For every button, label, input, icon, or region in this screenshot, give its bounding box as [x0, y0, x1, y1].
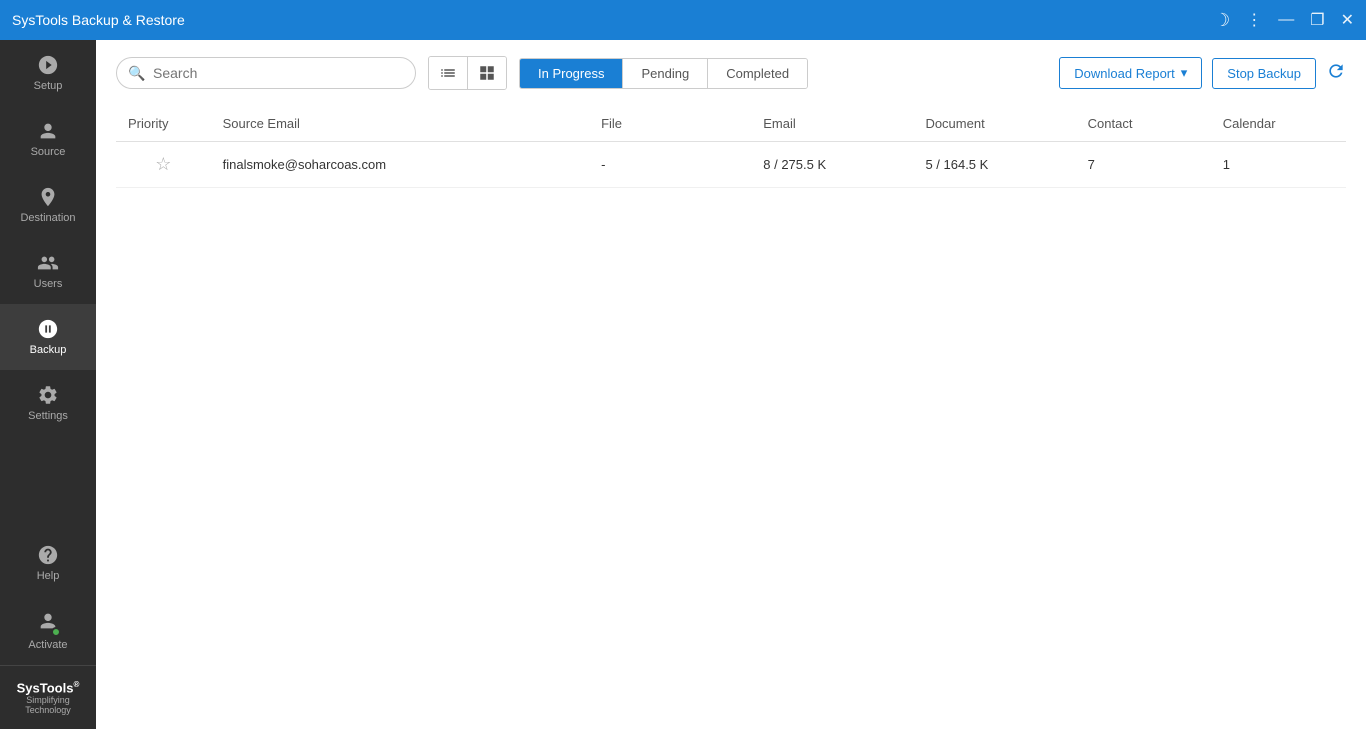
app-title: SysTools Backup & Restore: [12, 12, 1214, 28]
theme-icon[interactable]: ☽: [1214, 10, 1230, 31]
refresh-icon: [1326, 61, 1346, 81]
col-header-source-email: Source Email: [211, 106, 589, 142]
col-header-priority: Priority: [116, 106, 211, 142]
data-table: Priority Source Email File Email Documen…: [116, 106, 1346, 188]
download-report-button[interactable]: Download Report ▾: [1059, 57, 1202, 89]
view-toggles: [428, 56, 507, 90]
list-view-icon: [439, 64, 457, 82]
help-icon: [37, 544, 59, 566]
users-icon: [37, 252, 59, 274]
col-header-contact: Contact: [1076, 106, 1211, 142]
col-header-file: File: [589, 106, 751, 142]
list-view-button[interactable]: [429, 57, 467, 89]
stop-backup-button[interactable]: Stop Backup: [1212, 58, 1316, 89]
grid-view-button[interactable]: [467, 57, 506, 89]
tab-in-progress[interactable]: In Progress: [520, 59, 622, 88]
col-header-email: Email: [751, 106, 913, 142]
search-input[interactable]: [116, 57, 416, 89]
cell-email: 8 / 275.5 K: [751, 142, 913, 188]
cell-source-email: finalsmoke@soharcoas.com: [211, 142, 589, 188]
backup-icon: [37, 318, 59, 340]
status-tabs: In Progress Pending Completed: [519, 58, 808, 89]
search-wrapper: 🔍: [116, 57, 416, 89]
table-body: ☆ finalsmoke@soharcoas.com - 8 / 275.5 K…: [116, 142, 1346, 188]
dropdown-arrow-icon: ▾: [1181, 65, 1188, 81]
topbar: 🔍 In Progress Pending: [116, 56, 1346, 90]
brand-logo: SysTools®: [8, 680, 88, 695]
activate-icon-wrapper: [37, 610, 59, 635]
grid-view-icon: [478, 64, 496, 82]
brand-tagline: Simplifying Technology: [8, 695, 88, 715]
sidebar-bottom: Help Activate SysTools® Simplifying Tech…: [0, 530, 96, 729]
settings-icon: [37, 384, 59, 406]
sidebar-item-help[interactable]: Help: [0, 530, 96, 596]
cell-file: -: [589, 142, 751, 188]
cell-contact: 7: [1076, 142, 1211, 188]
sidebar: Setup Source Destination Users Backup: [0, 40, 96, 729]
refresh-button[interactable]: [1326, 61, 1346, 86]
tab-completed[interactable]: Completed: [707, 59, 807, 88]
table-header: Priority Source Email File Email Documen…: [116, 106, 1346, 142]
destination-icon: [37, 186, 59, 208]
sidebar-item-activate[interactable]: Activate: [0, 596, 96, 665]
sidebar-label-users: Users: [34, 278, 63, 290]
sidebar-item-backup[interactable]: Backup: [0, 304, 96, 370]
minimize-icon[interactable]: —: [1278, 11, 1294, 29]
menu-icon[interactable]: ⋮: [1246, 10, 1262, 30]
activate-status-dot: [51, 627, 61, 637]
setup-icon: [37, 54, 59, 76]
sidebar-label-activate: Activate: [28, 639, 67, 651]
cell-calendar: 1: [1211, 142, 1346, 188]
cell-priority: ☆: [116, 142, 211, 188]
sidebar-label-destination: Destination: [20, 212, 75, 224]
sidebar-logo: SysTools® Simplifying Technology: [0, 665, 96, 729]
col-header-document: Document: [913, 106, 1075, 142]
app-body: Setup Source Destination Users Backup: [0, 40, 1366, 729]
search-icon: 🔍: [128, 65, 145, 82]
main-content: 🔍 In Progress Pending: [96, 40, 1366, 729]
col-header-calendar: Calendar: [1211, 106, 1346, 142]
table-row: ☆ finalsmoke@soharcoas.com - 8 / 275.5 K…: [116, 142, 1346, 188]
table-header-row: Priority Source Email File Email Documen…: [116, 106, 1346, 142]
close-icon[interactable]: ✕: [1341, 10, 1354, 30]
sidebar-item-users[interactable]: Users: [0, 238, 96, 304]
cell-document: 5 / 164.5 K: [913, 142, 1075, 188]
sidebar-item-setup[interactable]: Setup: [0, 40, 96, 106]
maximize-icon[interactable]: ❐: [1310, 10, 1324, 30]
sidebar-label-help: Help: [37, 570, 60, 582]
priority-star-icon[interactable]: ☆: [155, 154, 171, 174]
titlebar: SysTools Backup & Restore ☽ ⋮ — ❐ ✕: [0, 0, 1366, 40]
sidebar-label-source: Source: [31, 146, 66, 158]
source-icon: [37, 120, 59, 142]
window-controls: ☽ ⋮ — ❐ ✕: [1214, 10, 1354, 31]
topbar-right: Download Report ▾ Stop Backup: [1059, 57, 1346, 89]
sidebar-label-setup: Setup: [34, 80, 63, 92]
sidebar-item-settings[interactable]: Settings: [0, 370, 96, 436]
sidebar-item-destination[interactable]: Destination: [0, 172, 96, 238]
sidebar-label-backup: Backup: [30, 344, 67, 356]
tab-pending[interactable]: Pending: [622, 59, 707, 88]
sidebar-label-settings: Settings: [28, 410, 68, 422]
sidebar-item-source[interactable]: Source: [0, 106, 96, 172]
